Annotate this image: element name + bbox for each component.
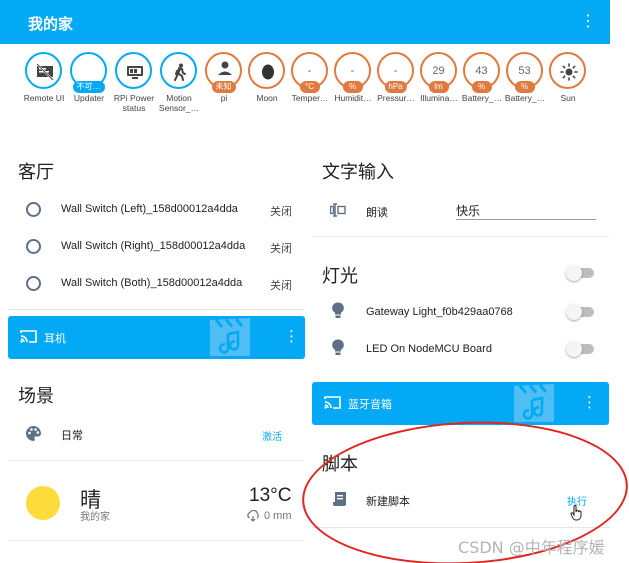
badge-battery-2[interactable]: 53 % Battery_… — [503, 52, 546, 103]
badge-chip: % — [342, 81, 363, 93]
switch-state[interactable]: 关闭 — [270, 240, 292, 256]
switch-state[interactable]: 关闭 — [270, 277, 292, 293]
form-textbox-icon — [330, 203, 346, 217]
text-input-label: 朗读 — [366, 207, 388, 219]
toggle-knob — [566, 341, 582, 357]
person-icon — [218, 61, 232, 75]
cast-icon[interactable] — [324, 395, 341, 409]
toggle-knob — [566, 304, 582, 320]
switch-name: Wall Switch (Left)_158d00012a4dda — [61, 203, 238, 215]
badge-chip: % — [471, 81, 492, 93]
radio-button[interactable] — [26, 239, 41, 254]
divider — [8, 540, 304, 541]
lights-master-toggle[interactable] — [566, 265, 594, 281]
badge-pi[interactable]: 未知 pi — [202, 52, 245, 103]
badge-rpi-power[interactable]: RPi Power status — [112, 52, 155, 113]
badge-value: 53 — [518, 65, 531, 77]
more-vert-icon[interactable]: ⋮ — [284, 328, 299, 346]
radio-button[interactable] — [26, 202, 41, 217]
light-toggle[interactable] — [566, 304, 594, 320]
badge-value: 43 — [475, 65, 488, 77]
app-bar: 我的家 ⋮ — [0, 0, 610, 44]
badge-temperature[interactable]: - °C Temper… — [288, 52, 331, 103]
badge-chip: % — [514, 81, 535, 93]
precipitation-icon — [247, 510, 259, 522]
light-name: Gateway Light_f0b429aa0768 — [366, 306, 513, 318]
badge-moon[interactable]: Moon — [245, 52, 288, 103]
badge-value: 29 — [432, 65, 445, 77]
watermark: CSDN @中年程序媛 — [458, 538, 605, 557]
scene-name: 日常 — [61, 430, 83, 442]
media-player-card[interactable]: 蓝牙音箱 ⋮ — [312, 382, 609, 425]
temperature-value: 13 — [249, 485, 271, 506]
divider — [8, 309, 304, 310]
precipitation-value: 0 mm — [264, 510, 292, 522]
badge-chip: lm — [428, 81, 449, 93]
badge-updater[interactable]: 不可… Updater — [67, 52, 110, 103]
badge-battery-1[interactable]: 43 % Battery_… — [460, 52, 503, 103]
switch-name: Wall Switch (Right)_158d00012a4dda — [61, 240, 246, 252]
weather-temperature: 13°C — [249, 485, 291, 507]
weather-location: 我的家 — [80, 512, 110, 523]
living-room-title: 客厅 — [18, 162, 54, 183]
badge-motion-sensor[interactable]: Motion Sensor_… — [157, 52, 200, 113]
divider — [312, 236, 609, 237]
input-underline — [456, 219, 596, 220]
remote-ui-icon — [36, 63, 54, 81]
media-name: 蓝牙音箱 — [348, 399, 392, 411]
light-toggle[interactable] — [566, 341, 594, 357]
badges-row: Remote UI 不可… Updater RPi Power status M… — [22, 52, 602, 132]
palette-icon — [26, 426, 41, 441]
divider — [8, 460, 304, 461]
badge-pressure[interactable]: - hPa Pressur… — [374, 52, 417, 103]
lightbulb-icon — [332, 302, 344, 318]
badge-sun[interactable]: Sun — [546, 52, 589, 103]
more-vert-icon[interactable]: ⋮ — [580, 12, 596, 32]
light-name: LED On NodeMCU Board — [366, 343, 492, 355]
badge-value: - — [350, 65, 355, 77]
badge-label: Sun — [560, 93, 576, 103]
scenes-title: 场景 — [18, 386, 54, 407]
media-player-card[interactable]: 耳机 ⋮ — [8, 316, 305, 359]
switch-state[interactable]: 关闭 — [270, 203, 292, 219]
text-input-title: 文字输入 — [322, 162, 394, 183]
switch-name: Wall Switch (Both)_158d00012a4dda — [61, 277, 243, 289]
more-vert-icon[interactable]: ⋮ — [582, 394, 597, 412]
badge-remote-ui[interactable]: Remote UI — [22, 52, 65, 103]
badge-chip: 未知 — [211, 81, 236, 93]
weather-sun-icon — [26, 486, 60, 520]
activate-button[interactable]: 激活 — [262, 428, 282, 443]
text-input-field[interactable]: 快乐 — [456, 202, 480, 219]
radio-button[interactable] — [26, 276, 41, 291]
badge-value: - — [393, 65, 398, 77]
moon-icon — [262, 64, 274, 80]
lights-title: 灯光 — [322, 266, 358, 287]
rpi-status-icon — [127, 66, 143, 79]
badge-illuminance[interactable]: 29 lm Illumina… — [417, 52, 460, 103]
badge-value: - — [307, 65, 312, 77]
music-film-icon — [514, 384, 554, 422]
badge-chip: °C — [299, 81, 320, 93]
cast-icon[interactable] — [20, 329, 37, 343]
badge-chip: 不可… — [72, 81, 105, 93]
music-film-icon — [210, 318, 250, 356]
media-name: 耳机 — [44, 333, 66, 345]
page-title: 我的家 — [28, 15, 74, 33]
badge-chip: hPa — [384, 81, 407, 93]
sun-icon — [560, 63, 578, 81]
lightbulb-icon — [332, 339, 344, 355]
toggle-knob — [566, 265, 582, 281]
badge-humidity[interactable]: - % Humidit… — [331, 52, 374, 103]
walk-icon — [174, 63, 186, 81]
temperature-unit: °C — [270, 485, 292, 506]
